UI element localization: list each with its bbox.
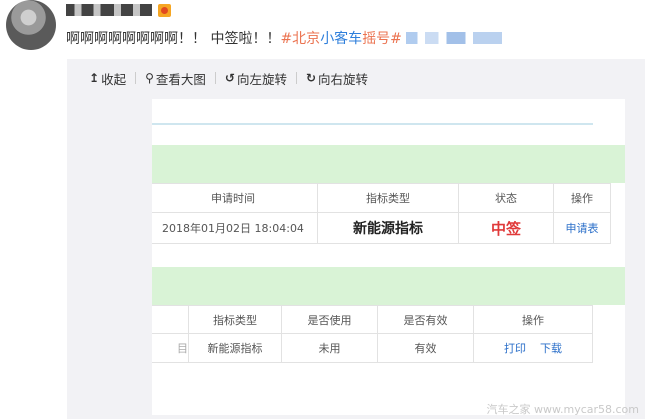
badge-icon <box>158 3 171 17</box>
collapse-button[interactable]: ↥ 收起 <box>89 69 126 88</box>
application-form-link[interactable]: 申请表 <box>553 212 611 244</box>
status-badge: 中签 <box>458 212 554 244</box>
toolbar-divider <box>135 72 137 84</box>
col-header-time: 申请时间 <box>152 183 318 213</box>
avatar[interactable] <box>6 0 56 50</box>
view-large-label: 查看大图 <box>155 71 206 87</box>
col-header-blank <box>152 305 189 334</box>
toolbar-divider <box>214 72 216 84</box>
collapse-label: 收起 <box>101 71 127 87</box>
col-header-status: 状态 <box>458 183 554 213</box>
image-top-rule <box>152 123 593 125</box>
cell-used: 未用 <box>281 333 378 363</box>
username-blurred[interactable] <box>66 4 152 16</box>
cell-apply-time: 2018年01月02日 18:04:04 <box>152 212 318 244</box>
post-main-text: 啊啊啊啊啊啊啊啊！！ 中签啦！！ <box>66 31 281 47</box>
rotate-right-button[interactable]: ↻ 向右旋转 <box>306 69 368 88</box>
toolbar-divider <box>295 72 297 84</box>
post-image[interactable]: 申请时间 指标类型 状态 操作 2018年01月02日 18:04:04 新能源… <box>152 99 625 415</box>
col-header-valid: 是否有效 <box>377 305 474 334</box>
lottery-result-table: 申请时间 指标类型 状态 操作 2018年01月02日 18:04:04 新能源… <box>152 183 611 244</box>
rotate-right-icon: ↻ <box>305 71 317 85</box>
table-header-row: 指标类型 是否使用 是否有效 操作 <box>152 305 593 334</box>
table1-header-band <box>152 145 625 183</box>
rotate-left-label: 向左旋转 <box>236 71 287 87</box>
topic-link-part2[interactable]: 小客车 <box>320 28 362 48</box>
view-large-button[interactable]: ⚲ 查看大图 <box>145 69 206 88</box>
search-icon: ⚲ <box>145 71 154 85</box>
cell-cut-text: 目 <box>152 333 189 363</box>
rotate-left-icon: ↺ <box>224 71 235 85</box>
col-header-type: 指标类型 <box>188 305 282 334</box>
topic-link-part1[interactable]: #北京 <box>280 28 320 48</box>
image-toolbar: ↥ 收起 ⚲ 查看大图 ↺ 向左旋转 ↻ 向右旋转 <box>89 69 368 87</box>
rotate-left-button[interactable]: ↺ 向左旋转 <box>225 69 287 88</box>
table2-header-band <box>152 267 625 305</box>
cell-actions: 打印 下载 <box>473 333 593 363</box>
watermark: 汽车之家 www.mycar58.com <box>486 403 640 416</box>
post-author[interactable] <box>66 2 171 18</box>
table-row: 目 新能源指标 未用 有效 打印 下载 <box>152 333 593 363</box>
collapse-icon: ↥ <box>89 71 100 85</box>
col-header-action: 操作 <box>553 183 611 213</box>
blurred-text <box>405 32 502 44</box>
table-header-row: 申请时间 指标类型 状态 操作 <box>152 183 611 213</box>
print-link[interactable]: 打印 <box>504 342 526 355</box>
post-text: 啊啊啊啊啊啊啊啊！！ 中签啦！！ #北京 小客车 摇号# <box>66 28 502 48</box>
col-header-used: 是否使用 <box>281 305 378 334</box>
cell-valid: 有效 <box>377 333 474 363</box>
table-row: 2018年01月02日 18:04:04 新能源指标 中签 申请表 <box>152 212 611 244</box>
download-link[interactable]: 下载 <box>540 342 562 355</box>
col-header-type: 指标类型 <box>317 183 459 213</box>
quota-table: 指标类型 是否使用 是否有效 操作 目 新能源指标 未用 有效 打印 下载 <box>152 305 593 363</box>
topic-link-part3[interactable]: 摇号# <box>362 28 402 48</box>
cell-quota-type: 新能源指标 <box>188 333 282 363</box>
rotate-right-label: 向右旋转 <box>318 71 369 87</box>
image-viewer-panel: ↥ 收起 ⚲ 查看大图 ↺ 向左旋转 ↻ 向右旋转 申请时间 指标类型 状态 操… <box>67 59 645 419</box>
col-header-action: 操作 <box>473 305 593 334</box>
cell-quota-type: 新能源指标 <box>317 212 459 244</box>
